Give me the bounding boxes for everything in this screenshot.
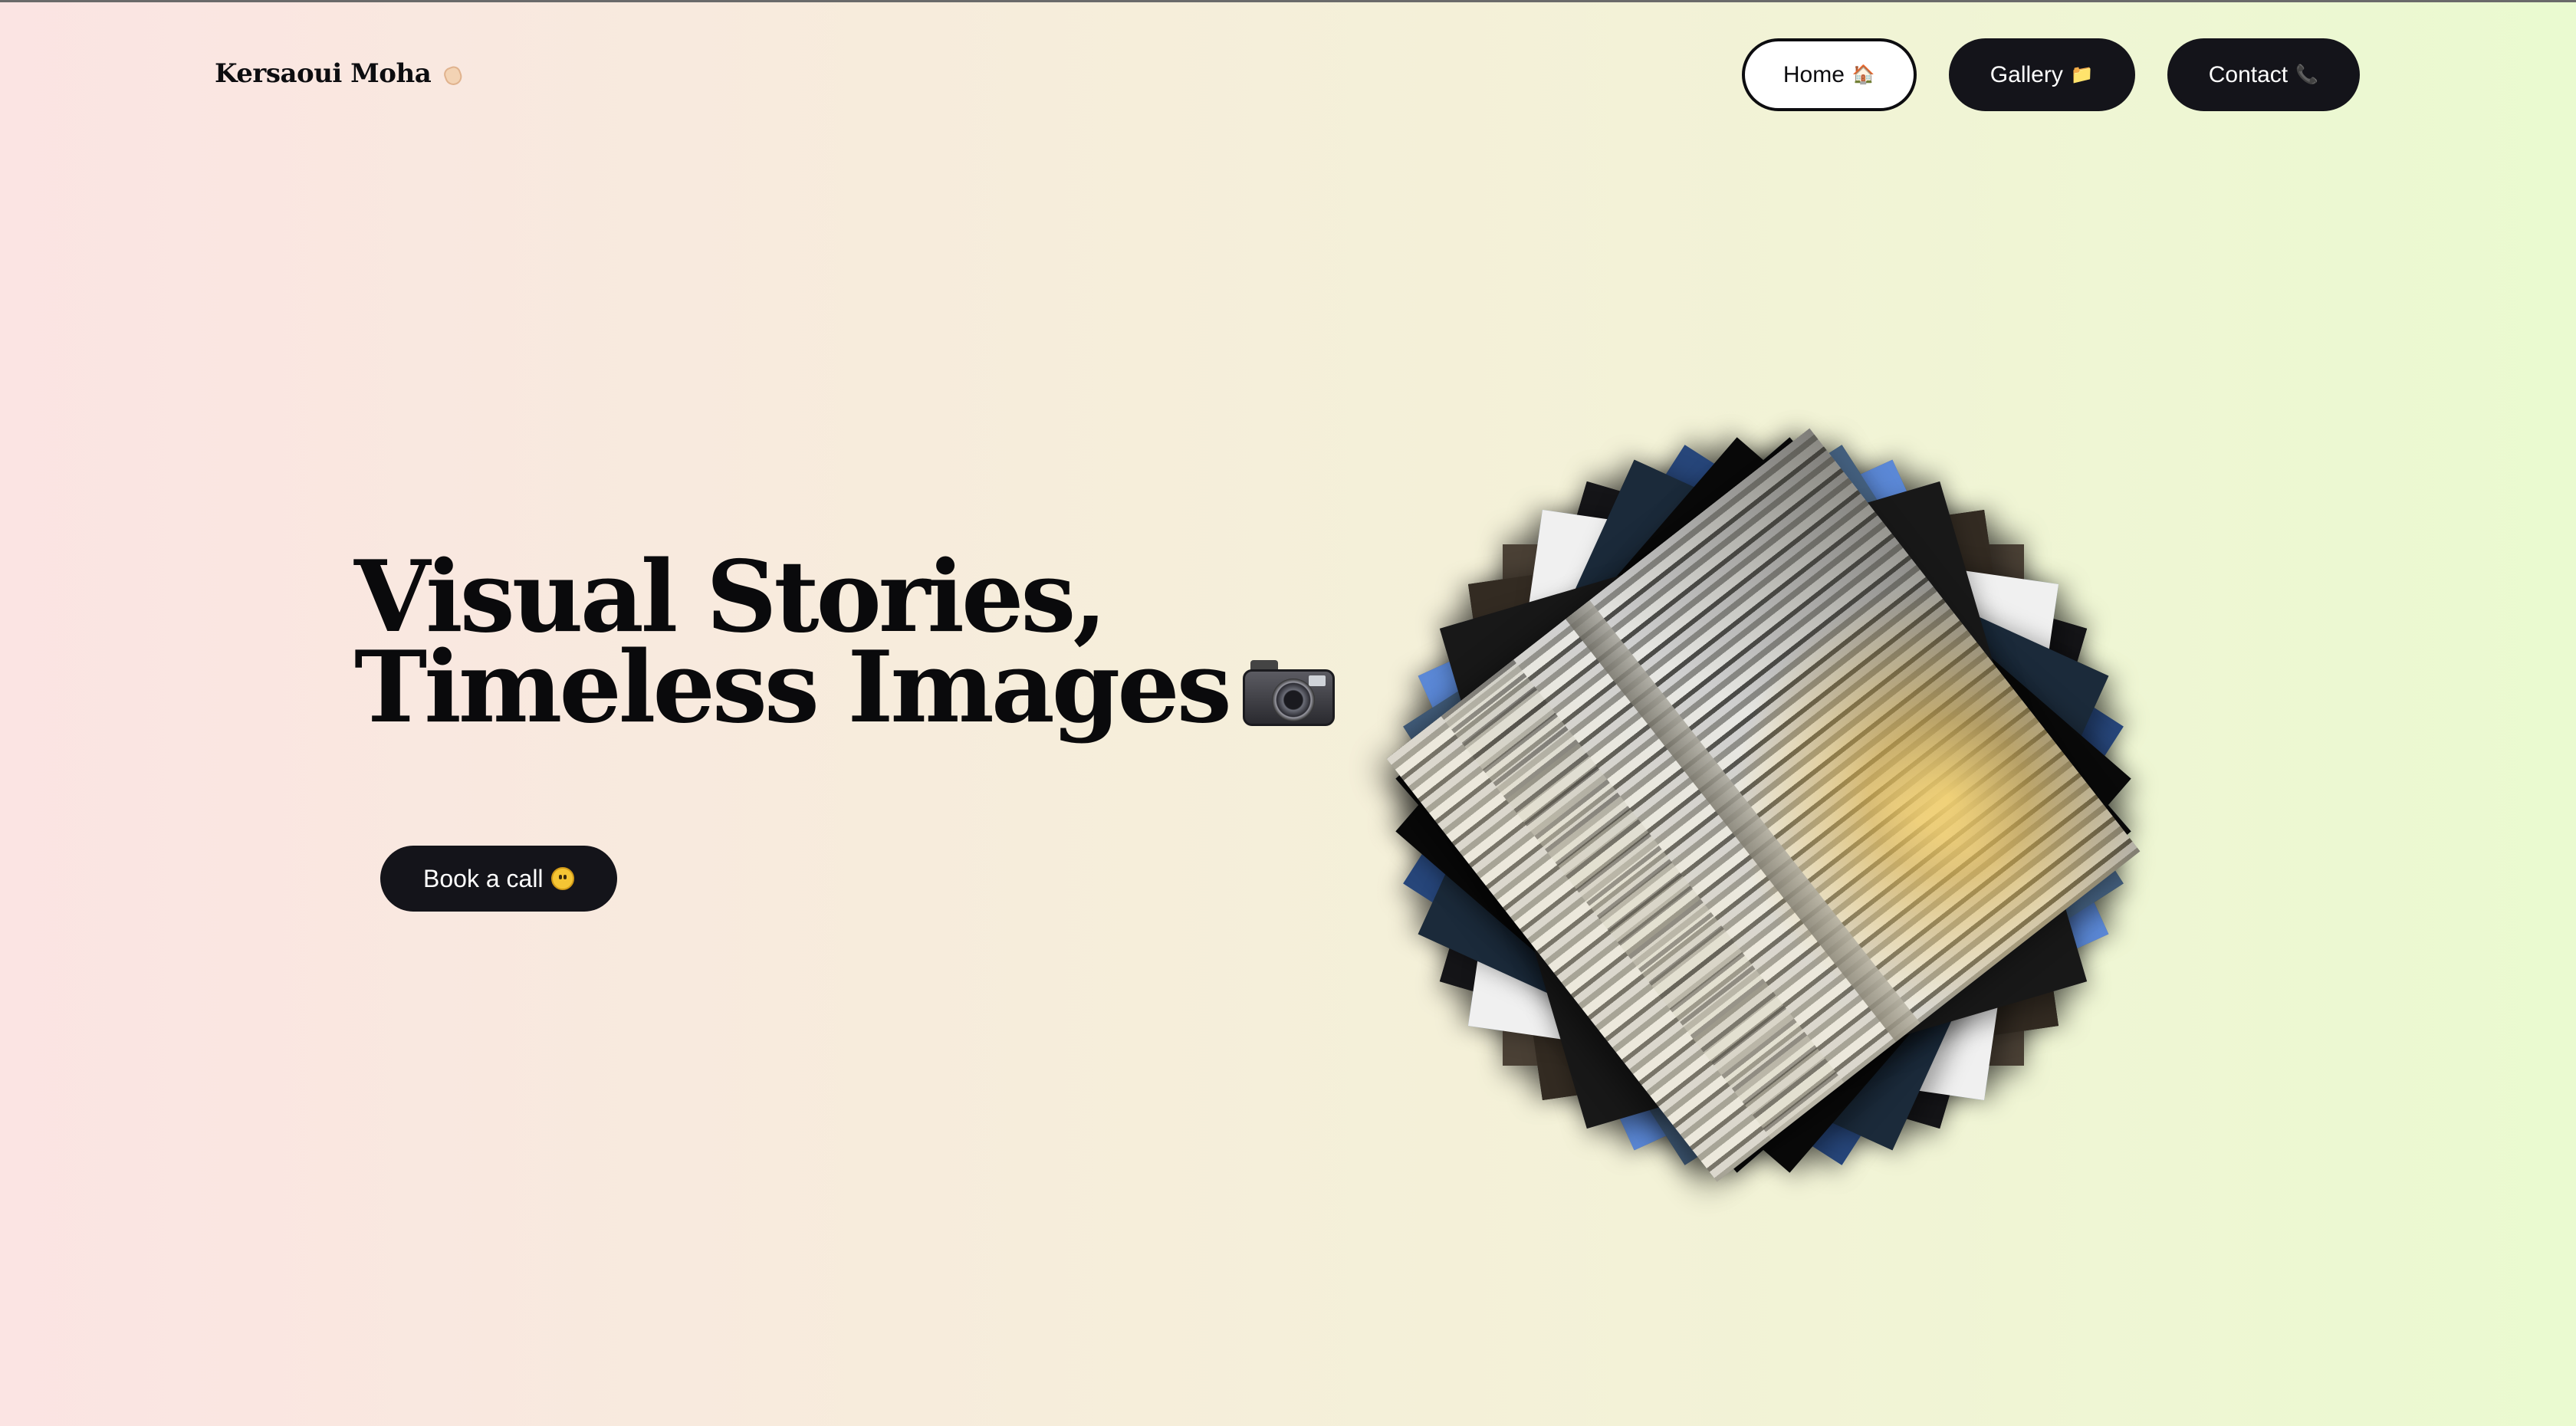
photo-stack[interactable] <box>1357 399 2170 1211</box>
top-border <box>0 0 2576 2</box>
brand-name: Kersaoui Moha <box>215 58 432 89</box>
grinning-face-icon <box>550 867 574 890</box>
top-photo-marina[interactable] <box>1386 428 2141 1182</box>
phone-icon: 📞 <box>2295 64 2318 85</box>
hero-line-2-text: Timeless Images <box>354 630 1232 745</box>
nav-home-label: Home <box>1783 61 1845 87</box>
hero-headline: Visual Stories, Timeless Images <box>354 540 1335 737</box>
hero-line-2: Timeless Images <box>354 639 1335 737</box>
nav-gallery-button[interactable]: Gallery 📁 <box>1948 38 2135 111</box>
hero-line-1: Visual Stories, <box>354 540 1107 655</box>
main-nav: Home 🏠 Gallery 📁 Contact 📞 <box>1741 38 2360 111</box>
folder-icon: 📁 <box>2070 64 2094 85</box>
waving-hand-icon <box>439 59 468 88</box>
book-a-call-label: Book a call <box>423 864 544 892</box>
nav-contact-button[interactable]: Contact 📞 <box>2167 38 2360 111</box>
house-icon: 🏠 <box>1852 64 1875 85</box>
nav-home-button[interactable]: Home 🏠 <box>1741 38 1917 111</box>
nav-gallery-label: Gallery <box>1990 61 2063 87</box>
nav-contact-label: Contact <box>2208 61 2288 87</box>
brand-logo[interactable]: Kersaoui Moha <box>215 58 468 89</box>
camera-icon <box>1242 660 1335 726</box>
book-a-call-button[interactable]: Book a call <box>380 846 617 912</box>
